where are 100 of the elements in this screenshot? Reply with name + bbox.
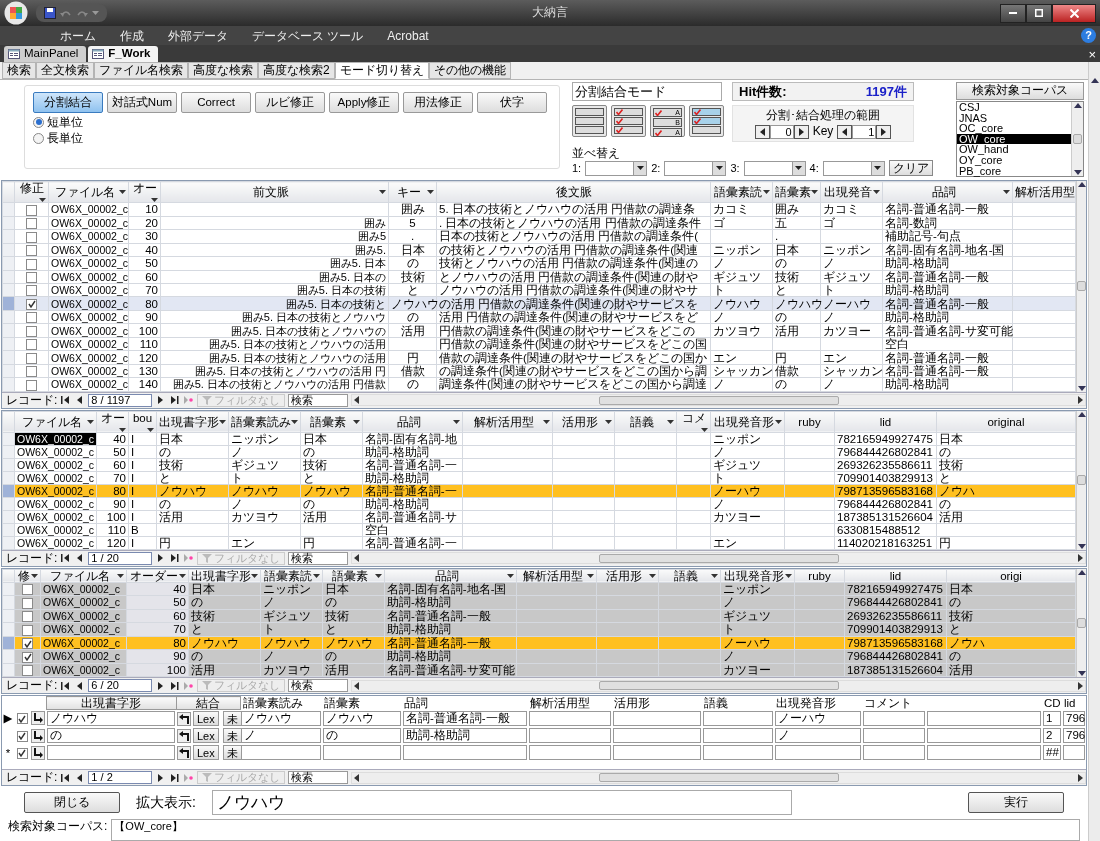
checkbox[interactable] <box>26 379 37 391</box>
column-header[interactable]: 語義 <box>658 569 721 583</box>
first-record-button[interactable] <box>60 394 72 406</box>
down-arrow-icon[interactable] <box>1077 671 1086 676</box>
scrollbar-thumb[interactable] <box>1077 281 1086 292</box>
dropdown-arrow-icon[interactable] <box>811 190 818 195</box>
status-button[interactable]: 未 <box>223 745 242 760</box>
record-position-field[interactable]: 8 / 1197 <box>88 393 153 407</box>
dropdown-arrow-icon[interactable] <box>453 419 460 424</box>
column-header[interactable]: bou <box>128 411 157 433</box>
down-arrow-icon[interactable] <box>1077 385 1086 391</box>
document-tab[interactable]: F_Work <box>88 46 159 62</box>
scrollbar-thumb[interactable] <box>1077 617 1086 628</box>
column-header[interactable]: 出現書字形 <box>46 696 176 710</box>
checkbox[interactable] <box>26 325 37 337</box>
dropdown-arrow-icon[interactable] <box>379 190 386 195</box>
dropdown-arrow-icon[interactable] <box>39 198 46 203</box>
checkbox[interactable] <box>26 258 37 270</box>
column-header[interactable]: 解析活用型 <box>462 411 553 433</box>
column-header[interactable]: 活用形 <box>596 569 659 583</box>
list-item[interactable]: JNAS <box>957 112 1071 124</box>
document-tab[interactable]: MainPanel <box>4 46 87 62</box>
text-field[interactable] <box>703 710 774 726</box>
checkbox[interactable] <box>26 245 37 257</box>
scrollbar-thumb[interactable] <box>598 395 839 405</box>
text-field[interactable] <box>529 710 612 726</box>
column-header[interactable]: 修正 <box>14 181 49 203</box>
run-button[interactable]: 実行 <box>968 792 1064 813</box>
dropdown-arrow-icon[interactable] <box>119 190 126 195</box>
checkbox[interactable] <box>22 611 33 623</box>
checkbox[interactable] <box>22 638 33 650</box>
dropdown-arrow-icon[interactable] <box>711 573 718 578</box>
column-header[interactable]: 活用形 <box>612 696 703 710</box>
left-arrow-icon[interactable] <box>354 554 360 563</box>
first-record-button[interactable] <box>60 772 72 783</box>
checkbox[interactable] <box>26 352 37 364</box>
mode-button[interactable]: Apply修正 <box>329 92 399 113</box>
scrollbar-thumb[interactable] <box>598 553 839 563</box>
dropdown-arrow-icon[interactable] <box>587 573 594 578</box>
app-menu-button[interactable] <box>4 1 28 25</box>
dropdown-arrow-icon[interactable] <box>219 419 226 424</box>
form-tab[interactable]: 高度な検索2 <box>258 62 335 79</box>
dropdown-arrow-icon[interactable] <box>313 573 320 578</box>
help-button[interactable]: ? <box>1081 28 1096 43</box>
dropdown-arrow-icon[interactable] <box>375 573 382 578</box>
radio-option[interactable]: 短単位 <box>33 115 83 130</box>
scrollbar-thumb[interactable] <box>1077 475 1086 486</box>
mode-button[interactable]: Correct <box>181 92 251 113</box>
horizontal-scrollbar[interactable] <box>351 679 1086 692</box>
checkbox[interactable] <box>16 747 28 759</box>
sort-dropdown[interactable] <box>664 160 727 176</box>
dropdown-arrow-icon[interactable] <box>605 419 612 424</box>
spin-left-button[interactable] <box>837 124 853 139</box>
search-field[interactable]: 検索 <box>288 771 349 784</box>
search-field[interactable]: 検索 <box>288 551 349 565</box>
column-header[interactable]: オーダー <box>126 569 189 583</box>
redo-icon[interactable] <box>76 9 88 17</box>
lex-button[interactable]: Lex <box>193 711 219 726</box>
list-item[interactable]: PB_core <box>957 165 1071 177</box>
dropdown-arrow-icon[interactable] <box>291 419 298 424</box>
text-field[interactable] <box>775 745 862 760</box>
list-item[interactable]: OW_hand <box>957 144 1071 155</box>
form-tab[interactable]: 検索 <box>2 62 36 79</box>
close-document-button[interactable]: × <box>1084 48 1100 62</box>
record-position-field[interactable]: 1 / 20 <box>88 551 153 565</box>
right-arrow-icon[interactable] <box>1078 396 1083 405</box>
column-header[interactable]: 出現書字形 <box>188 569 261 583</box>
last-record-button[interactable] <box>169 552 181 564</box>
column-header[interactable]: 品詞 <box>384 569 517 583</box>
column-header[interactable]: lid <box>1062 696 1086 710</box>
text-field[interactable] <box>863 710 926 726</box>
column-header[interactable]: 修 <box>14 569 41 583</box>
dropdown-arrow-icon[interactable] <box>147 427 154 432</box>
layout-button[interactable] <box>572 105 607 137</box>
down-arrow-icon[interactable] <box>1077 543 1086 549</box>
mode-button[interactable]: 伏字 <box>477 92 547 113</box>
up-arrow-icon[interactable] <box>1077 182 1086 188</box>
column-header[interactable]: 結合 <box>176 696 241 710</box>
column-header[interactable]: ruby <box>794 569 845 583</box>
column-header[interactable]: 解析活用型 <box>528 696 613 710</box>
list-item[interactable]: OC_core <box>957 123 1071 134</box>
text-field[interactable] <box>613 745 702 760</box>
column-header[interactable]: オー <box>96 411 129 433</box>
horizontal-scrollbar[interactable] <box>351 394 1086 407</box>
column-header[interactable]: CD <box>1042 696 1062 710</box>
radio-option[interactable]: 長単位 <box>33 131 83 146</box>
text-field[interactable]: の <box>323 728 402 743</box>
list-item[interactable]: CSJ <box>957 102 1071 113</box>
checkbox[interactable] <box>26 218 37 230</box>
dropdown-arrow-icon[interactable] <box>179 573 186 578</box>
ribbon-tab[interactable]: Acrobat <box>375 28 441 43</box>
column-header[interactable]: 出現書字形 <box>156 411 229 433</box>
text-field[interactable] <box>703 728 774 743</box>
dropdown-arrow-icon[interactable] <box>427 190 434 195</box>
column-header[interactable]: origi <box>946 569 1076 583</box>
close-button[interactable] <box>1052 3 1096 23</box>
text-field[interactable] <box>863 728 926 743</box>
dropdown-arrow-icon[interactable] <box>353 419 360 424</box>
scrollbar-thumb[interactable] <box>598 681 839 690</box>
form-tab[interactable]: 高度な検索 <box>188 62 258 79</box>
